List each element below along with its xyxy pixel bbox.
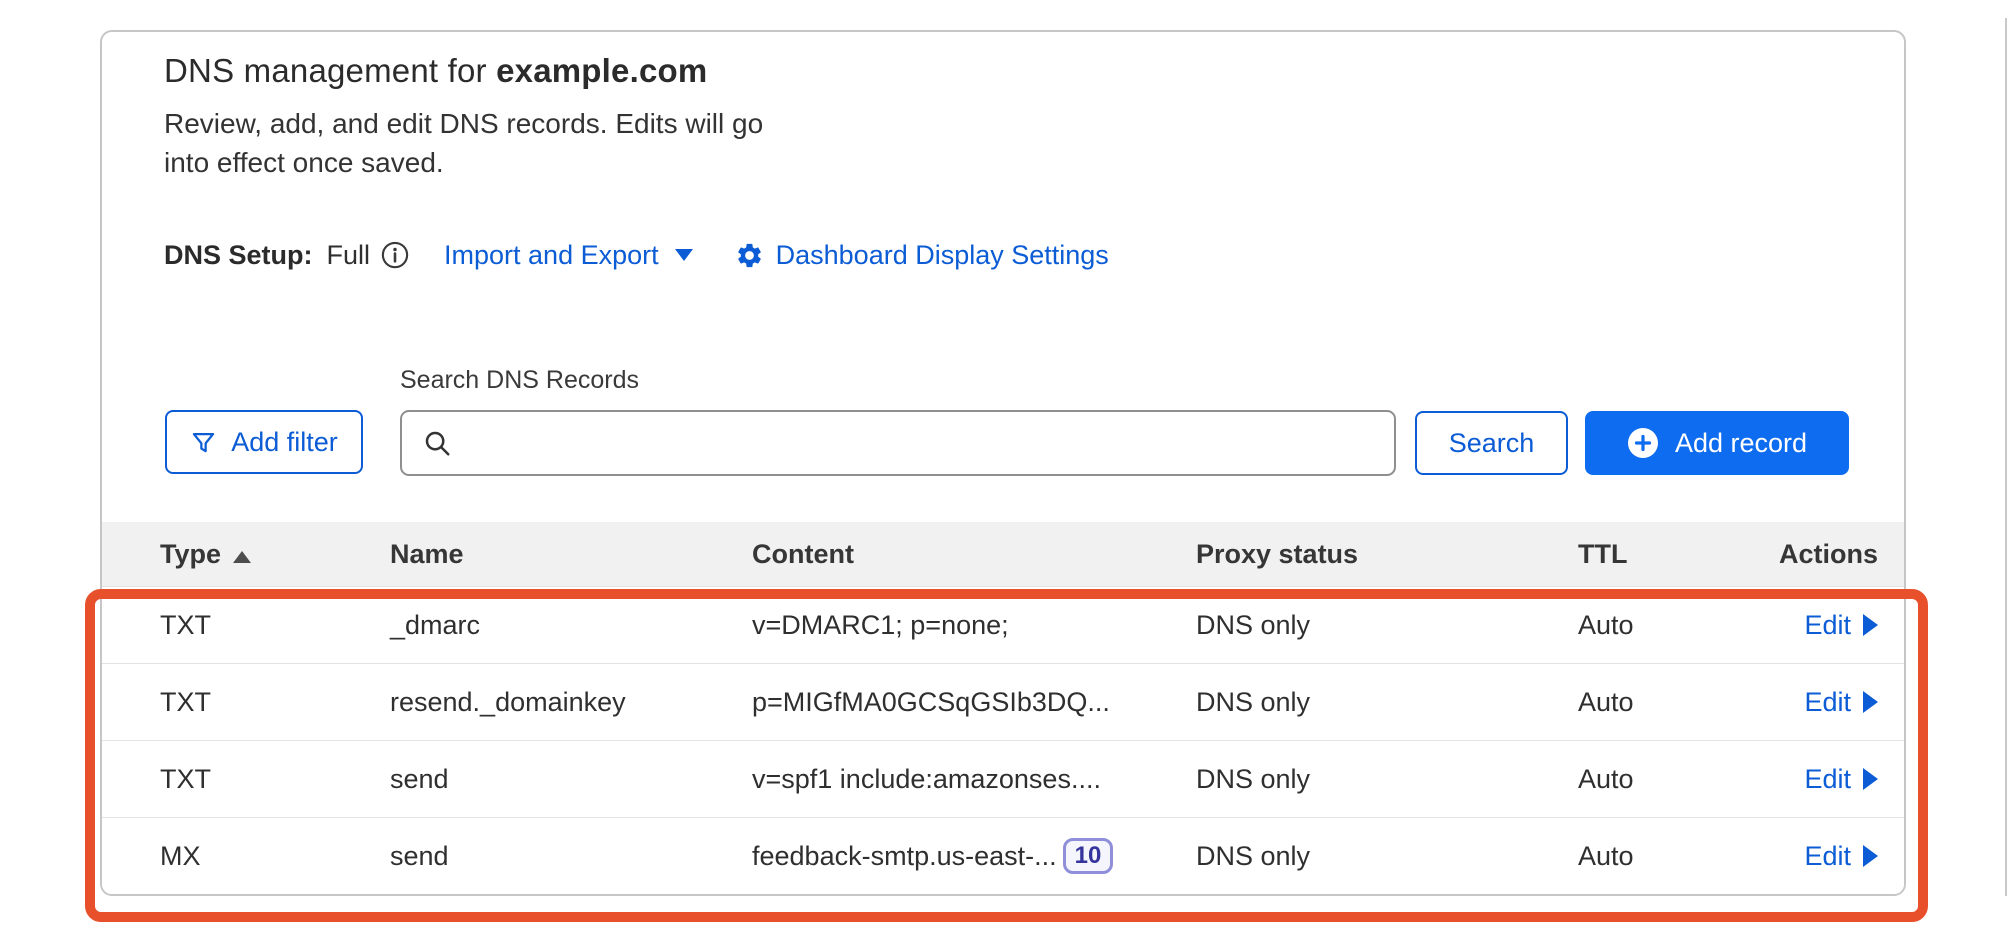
cell-actions: Edit: [1762, 610, 1878, 641]
cell-content: p=MIGfMA0GCSqGSIb3DQ...: [752, 687, 1196, 718]
cell-ttl: Auto: [1578, 610, 1762, 641]
chevron-down-icon: [675, 249, 693, 261]
dns-management-page: DNS management for example.com Review, a…: [0, 0, 2012, 936]
search-icon: [422, 428, 452, 458]
cell-proxy-status: DNS only: [1196, 841, 1578, 872]
cell-content: feedback-smtp.us-east-... 10: [752, 838, 1196, 874]
cell-proxy-status: DNS only: [1196, 610, 1578, 641]
plus-circle-icon: [1627, 427, 1659, 459]
cell-ttl: Auto: [1578, 841, 1762, 872]
search-button[interactable]: Search: [1415, 411, 1568, 475]
dashboard-display-settings-link[interactable]: Dashboard Display Settings: [776, 240, 1109, 271]
cell-type: TXT: [160, 687, 390, 718]
chevron-right-icon: [1863, 691, 1878, 713]
dns-records-table-body: TXT _dmarc v=DMARC1; p=none; DNS only Au…: [102, 586, 1904, 894]
table-row: TXT _dmarc v=DMARC1; p=none; DNS only Au…: [102, 586, 1904, 663]
cell-content: v=spf1 include:amazonses....: [752, 764, 1196, 795]
cell-name: _dmarc: [390, 610, 752, 641]
toolbar: Add filter Search: [102, 410, 1904, 476]
column-header-type[interactable]: Type: [160, 539, 390, 570]
dashboard-settings-label: Dashboard Display Settings: [776, 240, 1109, 271]
column-header-ttl[interactable]: TTL: [1578, 539, 1762, 570]
search-input-wrapper: [400, 410, 1396, 476]
filter-funnel-icon: [190, 429, 217, 456]
search-dns-records-label: Search DNS Records: [400, 366, 639, 395]
cell-actions: Edit: [1762, 841, 1878, 872]
cell-ttl: Auto: [1578, 764, 1762, 795]
table-row: TXT resend._domainkey p=MIGfMA0GCSqGSIb3…: [102, 663, 1904, 740]
column-header-name[interactable]: Name: [390, 539, 752, 570]
mx-priority-badge: 10: [1063, 838, 1114, 874]
edit-record-button[interactable]: Edit: [1804, 687, 1851, 718]
cell-proxy-status: DNS only: [1196, 764, 1578, 795]
add-filter-button[interactable]: Add filter: [165, 410, 363, 474]
table-header-row: Type Name Content Proxy status TTL Actio…: [102, 522, 1904, 586]
cell-type: TXT: [160, 610, 390, 641]
dns-management-card: DNS management for example.com Review, a…: [100, 30, 1906, 896]
page-title: DNS management for example.com: [164, 52, 707, 90]
info-circle-icon[interactable]: [380, 240, 410, 270]
import-export-dropdown[interactable]: Import and Export: [444, 240, 693, 271]
page-subtitle: Review, add, and edit DNS records. Edits…: [164, 104, 809, 182]
dns-setup-value: Full: [327, 240, 371, 271]
import-export-label: Import and Export: [444, 240, 659, 271]
column-header-content[interactable]: Content: [752, 539, 1196, 570]
cell-type: MX: [160, 841, 390, 872]
cell-type: TXT: [160, 764, 390, 795]
chevron-right-icon: [1863, 614, 1878, 636]
add-record-label: Add record: [1675, 428, 1807, 459]
column-header-proxy-status[interactable]: Proxy status: [1196, 539, 1578, 570]
edit-record-button[interactable]: Edit: [1804, 841, 1851, 872]
cell-name: resend._domainkey: [390, 687, 752, 718]
search-button-label: Search: [1449, 428, 1535, 459]
page-title-domain: example.com: [496, 52, 707, 89]
page-title-prefix: DNS management for: [164, 52, 496, 89]
add-record-button[interactable]: Add record: [1585, 411, 1849, 475]
cell-content: v=DMARC1; p=none;: [752, 610, 1196, 641]
cell-ttl: Auto: [1578, 687, 1762, 718]
cell-name: send: [390, 841, 752, 872]
gear-icon: [735, 241, 764, 270]
cell-proxy-status: DNS only: [1196, 687, 1578, 718]
dns-setup-label: DNS Setup:: [164, 240, 313, 271]
dns-setup-row: DNS Setup: Full Import and Export Dashbo: [164, 236, 1109, 274]
chevron-right-icon: [1863, 768, 1878, 790]
cell-actions: Edit: [1762, 764, 1878, 795]
sort-ascending-icon: [233, 551, 251, 563]
edit-record-button[interactable]: Edit: [1804, 610, 1851, 641]
add-filter-label: Add filter: [231, 427, 338, 458]
search-input[interactable]: [466, 412, 1394, 474]
column-header-actions: Actions: [1762, 539, 1878, 570]
chevron-right-icon: [1863, 845, 1878, 867]
table-row: MX send feedback-smtp.us-east-... 10 DNS…: [102, 817, 1904, 894]
table-row: TXT send v=spf1 include:amazonses.... DN…: [102, 740, 1904, 817]
cell-actions: Edit: [1762, 687, 1878, 718]
page-edge-divider: [2005, 18, 2007, 896]
edit-record-button[interactable]: Edit: [1804, 764, 1851, 795]
cell-name: send: [390, 764, 752, 795]
